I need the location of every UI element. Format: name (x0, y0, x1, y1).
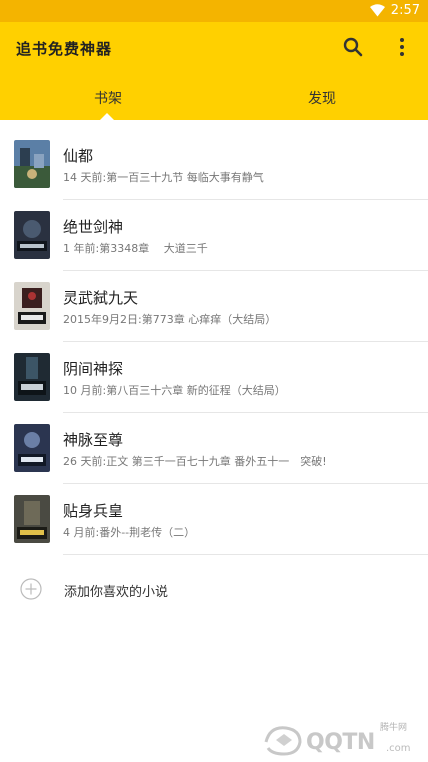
watermark-logo-icon (264, 726, 302, 756)
book-cover (14, 353, 50, 401)
wifi-icon (369, 4, 385, 17)
book-latest-chapter: 14 天前:第一百三十九节 每临大事有静气 (63, 171, 264, 184)
book-row[interactable]: 贴身兵皇 4 月前:番外--荆老传（二） (0, 484, 428, 555)
status-bar: 2:57 (0, 0, 428, 22)
book-title: 灵武弑九天 (63, 289, 139, 307)
book-latest-chapter: 4 月前:番外--荆老传（二） (63, 526, 196, 539)
book-latest-chapter: 1 年前:第3348章 大道三千 (63, 242, 208, 255)
book-latest-chapter: 2015年9月2日:第773章 心痒痒（大结局） (63, 313, 277, 326)
book-latest-chapter: 10 月前:第八百三十六章 新的征程（大结局） (63, 384, 286, 397)
book-cover (14, 282, 50, 330)
book-list: 仙都 14 天前:第一百三十九节 每临大事有静气 绝世剑神 1 年前:第3348… (0, 129, 428, 555)
app-title: 追书免费神器 (16, 40, 113, 58)
watermark-small: 腾牛网 (380, 723, 408, 733)
tab-bookshelf[interactable]: 书架 (94, 88, 122, 108)
book-cover (14, 424, 50, 472)
book-title: 阴间神探 (63, 360, 124, 378)
book-title: 仙都 (63, 147, 94, 165)
status-time: 2:57 (390, 3, 420, 18)
book-row[interactable]: 绝世剑神 1 年前:第3348章 大道三千 (0, 200, 428, 271)
tab-discover[interactable]: 发现 (308, 88, 336, 108)
book-row[interactable]: 仙都 14 天前:第一百三十九节 每临大事有静气 (0, 129, 428, 200)
row-divider (63, 554, 428, 555)
book-title: 神脉至尊 (63, 431, 124, 449)
watermark: QQTN 腾牛网 .com (262, 718, 422, 758)
tab-indicator (100, 113, 114, 120)
book-title: 贴身兵皇 (63, 502, 124, 520)
app-bar: 追书免费神器 书架 发现 (0, 22, 428, 120)
more-options-icon[interactable] (394, 37, 410, 57)
book-title: 绝世剑神 (63, 218, 124, 236)
book-cover (14, 495, 50, 543)
watermark-suffix: .com (386, 743, 411, 754)
add-book-row[interactable]: 添加你喜欢的小说 (0, 566, 428, 612)
add-book-label: 添加你喜欢的小说 (64, 585, 169, 600)
book-row[interactable]: 灵武弑九天 2015年9月2日:第773章 心痒痒（大结局） (0, 271, 428, 342)
book-cover (14, 140, 50, 188)
status-icons: 2:57 (369, 3, 420, 18)
book-latest-chapter: 26 天前:正文 第三千一百七十九章 番外五十一 突破! (63, 455, 327, 468)
add-circle-icon (20, 578, 42, 600)
book-cover (14, 211, 50, 259)
watermark-brand: QQTN (306, 730, 375, 755)
search-icon[interactable] (343, 37, 363, 57)
book-row[interactable]: 神脉至尊 26 天前:正文 第三千一百七十九章 番外五十一 突破! (0, 413, 428, 484)
book-row[interactable]: 阴间神探 10 月前:第八百三十六章 新的征程（大结局） (0, 342, 428, 413)
